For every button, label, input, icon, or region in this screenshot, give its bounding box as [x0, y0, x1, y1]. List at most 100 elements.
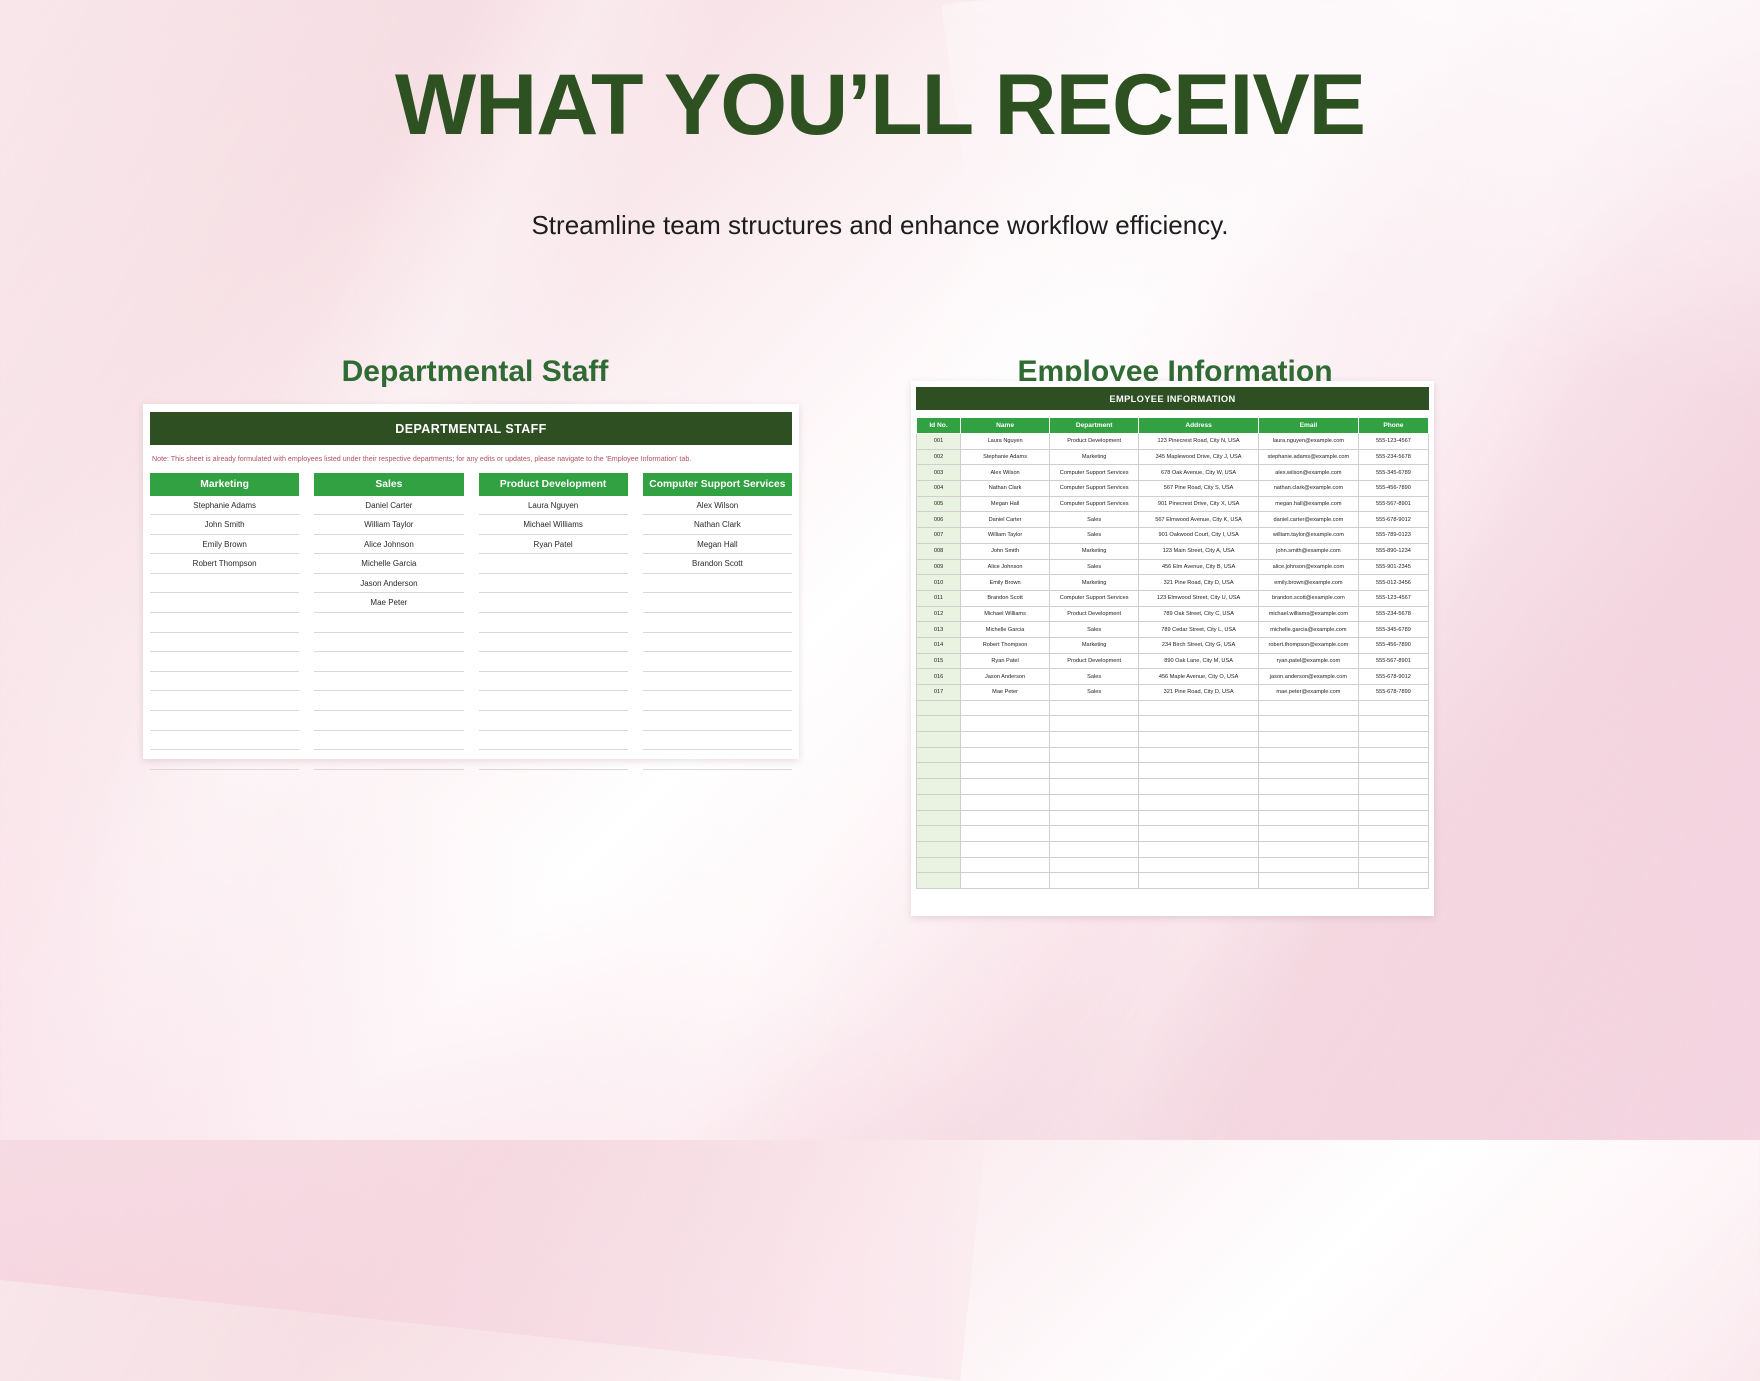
address-cell[interactable]: 321 Pine Road, City D, USA [1138, 684, 1259, 701]
address-cell[interactable]: 789 Cedar Street, City L, USA [1138, 621, 1259, 638]
department-cell[interactable]: Marketing [1049, 542, 1140, 560]
staff-name-cell[interactable]: Alice Johnson [314, 535, 464, 555]
staff-empty-cell[interactable] [642, 633, 792, 653]
department-cell[interactable]: Computer Support Services [1049, 464, 1140, 482]
name-cell[interactable]: Michael Williams [960, 605, 1051, 623]
staff-empty-cell[interactable] [642, 672, 792, 692]
empty-cell[interactable] [1357, 793, 1430, 811]
empty-cell[interactable] [1257, 746, 1359, 764]
staff-empty-cell[interactable] [314, 711, 464, 731]
address-cell[interactable]: 234 Birch Street, City G, USA [1138, 636, 1259, 654]
staff-empty-cell[interactable] [150, 613, 300, 633]
empty-cell[interactable] [1138, 872, 1259, 889]
department-cell[interactable]: Sales [1049, 527, 1140, 544]
name-cell[interactable]: William Taylor [960, 527, 1051, 544]
staff-empty-cell[interactable] [478, 750, 628, 770]
staff-name-cell[interactable]: Michael Williams [478, 515, 628, 535]
phone-cell[interactable]: 555-678-7899 [1357, 684, 1430, 701]
phone-cell[interactable]: 555-567-8901 [1357, 495, 1430, 513]
id-cell[interactable]: 013 [915, 621, 962, 638]
name-cell[interactable]: Emily Brown [960, 574, 1051, 591]
phone-cell[interactable]: 555-345-6789 [1357, 464, 1430, 482]
id-cell[interactable]: 005 [915, 495, 962, 513]
id-cell[interactable]: 014 [915, 636, 962, 654]
department-cell[interactable]: Sales [1049, 558, 1140, 576]
department-cell[interactable]: Computer Support Services [1049, 480, 1140, 497]
address-cell[interactable]: 567 Pine Road, City S, USA [1138, 480, 1259, 497]
staff-empty-cell[interactable] [642, 731, 792, 751]
staff-empty-cell[interactable] [478, 574, 628, 594]
empty-cell[interactable] [960, 746, 1051, 764]
staff-name-cell[interactable]: Michelle Garcia [314, 554, 464, 574]
id-cell[interactable]: 009 [915, 558, 962, 576]
column-header[interactable]: Id No. [915, 417, 962, 434]
email-cell[interactable]: stephanie.adams@example.com [1257, 448, 1359, 466]
address-cell[interactable]: 123 Main Street, City A, USA [1138, 542, 1259, 560]
column-header[interactable]: Address [1138, 417, 1259, 434]
empty-cell[interactable] [915, 793, 962, 811]
phone-cell[interactable]: 555-234-5678 [1357, 605, 1430, 623]
department-cell[interactable]: Product Development [1049, 433, 1140, 450]
phone-cell[interactable]: 555-012-3456 [1357, 574, 1430, 591]
address-cell[interactable]: 123 Pinecrest Road, City N, USA [1138, 433, 1259, 450]
id-cell[interactable]: 003 [915, 464, 962, 482]
address-cell[interactable]: 456 Elm Avenue, City B, USA [1138, 558, 1259, 576]
staff-empty-cell[interactable] [642, 652, 792, 672]
name-cell[interactable]: Jason Anderson [960, 668, 1051, 685]
column-header[interactable]: Name [960, 417, 1051, 434]
email-cell[interactable]: jason.anderson@example.com [1257, 668, 1359, 685]
name-cell[interactable]: Nathan Clark [960, 480, 1051, 497]
name-cell[interactable]: Alex Wilson [960, 464, 1051, 482]
staff-empty-cell[interactable] [150, 633, 300, 653]
staff-empty-cell[interactable] [478, 652, 628, 672]
empty-cell[interactable] [1138, 762, 1259, 780]
address-cell[interactable]: 901 Pinecrest Drive, City X, USA [1138, 495, 1259, 513]
address-cell[interactable]: 567 Elmwood Avenue, City K, USA [1138, 511, 1259, 529]
empty-cell[interactable] [915, 809, 962, 827]
empty-cell[interactable] [960, 778, 1051, 795]
staff-empty-cell[interactable] [314, 652, 464, 672]
email-cell[interactable]: john.smith@example.com [1257, 542, 1359, 560]
empty-cell[interactable] [1257, 699, 1359, 717]
column-header[interactable]: Department [1049, 417, 1140, 434]
empty-cell[interactable] [915, 746, 962, 764]
department-cell[interactable]: Marketing [1049, 636, 1140, 654]
department-cell[interactable]: Product Development [1049, 652, 1140, 670]
name-cell[interactable]: Daniel Carter [960, 511, 1051, 529]
address-cell[interactable]: 901 Oakwood Court, City I, USA [1138, 527, 1259, 544]
email-cell[interactable]: alex.wilson@example.com [1257, 464, 1359, 482]
department-cell[interactable]: Sales [1049, 684, 1140, 701]
email-cell[interactable]: nathan.clark@example.com [1257, 480, 1359, 497]
empty-cell[interactable] [1257, 840, 1359, 858]
staff-name-cell[interactable]: Nathan Clark [642, 515, 792, 535]
empty-cell[interactable] [1049, 793, 1140, 811]
email-cell[interactable]: william.taylor@example.com [1257, 527, 1359, 544]
department-cell[interactable]: Computer Support Services [1049, 589, 1140, 607]
staff-empty-cell[interactable] [150, 691, 300, 712]
staff-name-cell[interactable]: Stephanie Adams [150, 496, 300, 516]
empty-cell[interactable] [915, 762, 962, 780]
staff-empty-cell[interactable] [314, 731, 464, 751]
email-cell[interactable]: megan.hall@example.com [1257, 495, 1359, 513]
empty-cell[interactable] [1138, 840, 1259, 858]
phone-cell[interactable]: 555-678-9012 [1357, 668, 1430, 685]
staff-name-cell[interactable]: Daniel Carter [314, 496, 464, 516]
empty-cell[interactable] [1357, 778, 1430, 795]
email-cell[interactable]: michael.williams@example.com [1257, 605, 1359, 623]
empty-cell[interactable] [1357, 699, 1430, 717]
staff-empty-cell[interactable] [314, 750, 464, 770]
name-cell[interactable]: Robert Thompson [960, 636, 1051, 654]
address-cell[interactable]: 456 Maple Avenue, City O, USA [1138, 668, 1259, 685]
staff-name-cell[interactable]: Robert Thompson [150, 554, 300, 574]
empty-cell[interactable] [960, 793, 1051, 811]
empty-cell[interactable] [915, 715, 962, 733]
empty-cell[interactable] [1049, 715, 1140, 733]
phone-cell[interactable]: 555-123-4567 [1357, 433, 1430, 450]
department-cell[interactable]: Sales [1049, 668, 1140, 685]
phone-cell[interactable]: 555-567-8901 [1357, 652, 1430, 670]
department-cell[interactable]: Product Development [1049, 605, 1140, 623]
email-cell[interactable]: alice.johnson@example.com [1257, 558, 1359, 576]
staff-empty-cell[interactable] [150, 672, 300, 692]
empty-cell[interactable] [1049, 809, 1140, 827]
empty-cell[interactable] [1138, 746, 1259, 764]
